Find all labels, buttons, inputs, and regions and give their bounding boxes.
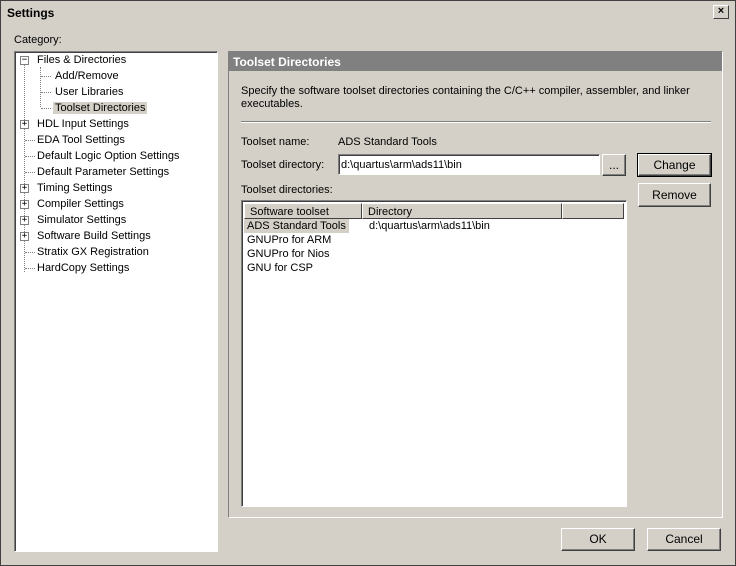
panel-header: Toolset Directories — [229, 52, 722, 71]
tree-line — [25, 268, 35, 269]
tree-item-label: EDA Tool Settings — [37, 134, 125, 146]
row-toolset: GNUPro for Nios — [247, 248, 330, 260]
tree-item-eda-tool-settings[interactable]: EDA Tool Settings — [35, 133, 127, 148]
row-directory: d:\quartus\arm\ads11\bin — [369, 220, 490, 232]
tree-item-label: Simulator Settings — [37, 214, 127, 226]
column-header-empty — [562, 203, 624, 219]
tree-line — [25, 172, 35, 173]
category-tree[interactable]: − Files & Directories Add/Remove User Li… — [14, 51, 218, 552]
tree-line — [25, 156, 35, 157]
tree-line — [41, 76, 51, 77]
tree-item-label: HDL Input Settings — [37, 118, 129, 130]
toolset-directory-input[interactable] — [341, 156, 596, 173]
tree-line — [25, 252, 35, 253]
tree-item-user-libraries[interactable]: User Libraries — [53, 85, 125, 100]
browse-button[interactable]: ... — [602, 154, 626, 176]
ok-button[interactable]: OK — [561, 528, 635, 551]
close-icon[interactable]: × — [713, 5, 729, 19]
toolset-name-value: ADS Standard Tools — [338, 136, 437, 148]
tree-item-label: Compiler Settings — [37, 198, 124, 210]
expand-icon[interactable]: + — [20, 184, 29, 193]
tree-item-default-logic-option-settings[interactable]: Default Logic Option Settings — [35, 149, 181, 164]
tree-item-add-remove[interactable]: Add/Remove — [53, 69, 121, 84]
tree-item-label: Timing Settings — [37, 182, 113, 194]
tree-item-label: Default Parameter Settings — [37, 166, 170, 178]
tree-item-default-parameter-settings[interactable]: Default Parameter Settings — [35, 165, 171, 180]
tree-item-label: User Libraries — [55, 86, 124, 98]
collapse-icon[interactable]: − — [20, 56, 29, 65]
tree-line — [41, 108, 51, 109]
expand-icon[interactable]: + — [20, 216, 29, 225]
panel-description-cont: executables. — [241, 98, 303, 110]
window-title: Settings — [7, 6, 55, 20]
row-toolset: GNU for CSP — [247, 262, 314, 274]
expand-icon[interactable]: + — [20, 200, 29, 209]
tree-item-label: Stratix GX Registration — [37, 246, 149, 258]
tree-item-label: Add/Remove — [55, 70, 119, 82]
expand-icon[interactable]: + — [20, 232, 29, 241]
tree-item-hardcopy-settings[interactable]: HardCopy Settings — [35, 261, 131, 276]
tree-line — [41, 92, 51, 93]
table-row[interactable]: GNUPro for Nios — [244, 247, 624, 261]
panel-description: Specify the software toolset directories… — [241, 85, 690, 97]
remove-button[interactable]: Remove — [638, 183, 711, 207]
tree-line — [40, 67, 41, 107]
separator — [241, 121, 711, 123]
toolset-directory-field[interactable] — [338, 154, 600, 175]
category-label: Category: — [14, 34, 62, 46]
tree-item-label: Files & Directories — [37, 54, 127, 66]
toolset-directories-label: Toolset directories: — [241, 184, 333, 196]
tree-item-label: HardCopy Settings — [37, 262, 130, 274]
table-row[interactable]: GNU for CSP — [244, 261, 624, 275]
tree-item-label: Default Logic Option Settings — [37, 150, 180, 162]
toolset-name-label: Toolset name: — [241, 136, 310, 148]
tree-line — [25, 140, 35, 141]
table-row[interactable]: ADS Standard Tools d:\quartus\arm\ads11\… — [244, 219, 624, 233]
toolset-directory-label: Toolset directory: — [241, 159, 325, 171]
toolset-list[interactable]: Software toolset Directory ADS Standard … — [241, 200, 627, 507]
table-row[interactable]: GNUPro for ARM — [244, 233, 624, 247]
title-bar[interactable]: Settings × — [3, 3, 733, 21]
tree-item-stratix-gx-registration[interactable]: Stratix GX Registration — [35, 245, 151, 260]
expand-icon[interactable]: + — [20, 120, 29, 129]
tree-item-label: Software Build Settings — [37, 230, 151, 242]
row-toolset: ADS Standard Tools — [244, 219, 349, 233]
panel-title: Toolset Directories — [233, 55, 341, 69]
column-header-directory[interactable]: Directory — [362, 203, 562, 219]
cancel-button[interactable]: Cancel — [647, 528, 721, 551]
tree-item-label: Toolset Directories — [53, 102, 148, 114]
tree-item-toolset-directories[interactable]: Toolset Directories — [53, 101, 148, 116]
column-header-software-toolset[interactable]: Software toolset — [244, 203, 362, 219]
row-toolset: GNUPro for ARM — [247, 234, 332, 246]
change-button[interactable]: Change — [637, 153, 712, 177]
